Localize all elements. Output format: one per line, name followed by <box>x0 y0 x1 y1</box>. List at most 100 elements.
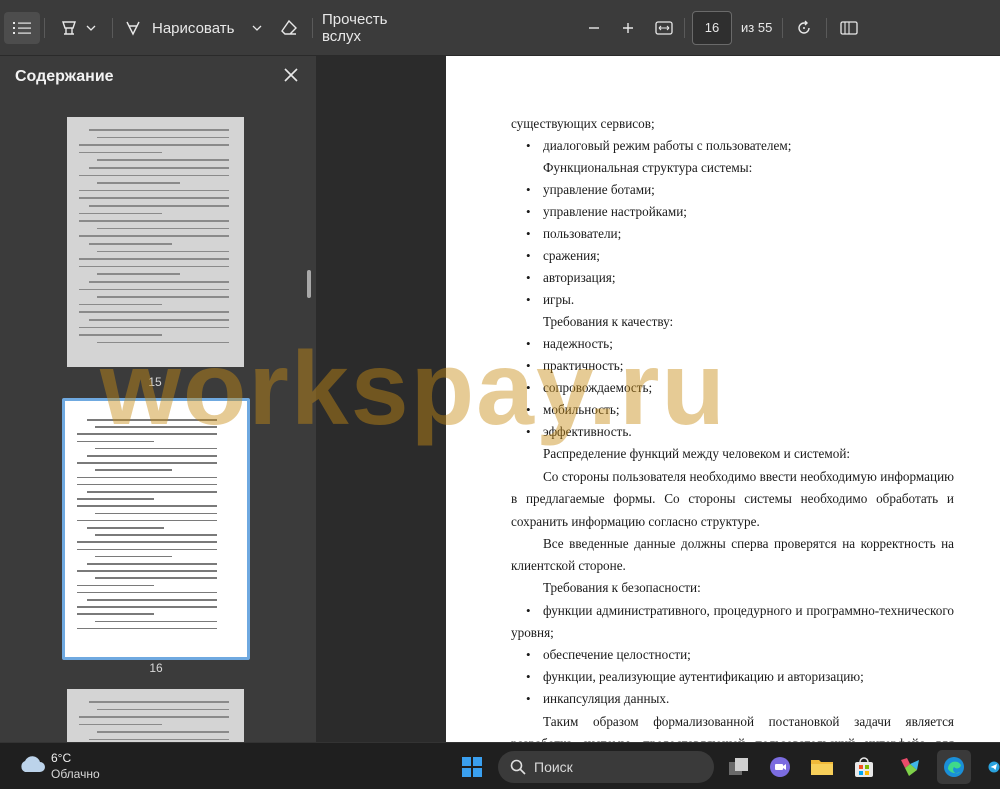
bullet-marker: • <box>526 402 531 417</box>
edge-icon <box>944 757 964 777</box>
telegram-icon <box>988 761 1000 773</box>
document-line: управление ботами; <box>543 182 655 197</box>
contents-sidebar: Содержание 15 16 <box>0 56 316 742</box>
draw-label: Нарисовать <box>152 19 235 37</box>
thumbnail-text-line <box>77 591 217 594</box>
bullet-marker: • <box>526 204 531 219</box>
document-line: управление настройками; <box>543 204 687 219</box>
draw-button[interactable]: Нарисовать <box>124 12 268 44</box>
thumbnail-text-line <box>89 281 229 283</box>
taskbar: 6°C Облачно Поиск <box>0 742 1000 789</box>
thumbnail-text-line <box>79 326 229 329</box>
page-view-button[interactable] <box>834 12 864 44</box>
bullet-marker: • <box>526 691 531 706</box>
thumbnail-text-line <box>87 455 217 457</box>
thumbnail-text-line <box>95 512 217 515</box>
page-number-input[interactable]: 16 <box>692 11 732 45</box>
bullet-marker: • <box>526 669 531 684</box>
highlight-button[interactable] <box>54 12 102 44</box>
document-line: сражения; <box>543 248 600 263</box>
task-view-button[interactable] <box>722 750 756 784</box>
thumbnail-text-line <box>97 296 229 298</box>
page-total: из 55 <box>741 20 773 35</box>
start-button[interactable] <box>455 750 489 784</box>
thumbnail-text-line <box>87 599 217 601</box>
thumbnail-text-line <box>79 235 229 237</box>
page-thumbnail-15[interactable] <box>67 117 244 367</box>
thumbnail-label: 16 <box>149 661 163 675</box>
thumbnail-text-line <box>77 433 217 435</box>
rotate-button[interactable] <box>790 12 818 44</box>
sidebar-scrollbar[interactable] <box>307 270 311 298</box>
zoom-out-button[interactable] <box>580 12 608 44</box>
bullet-marker: • <box>526 358 531 373</box>
thumbnail-text-line <box>89 129 229 131</box>
bullet-marker: • <box>526 292 531 307</box>
thumbnail-text-line <box>79 197 229 199</box>
thumbnail-text-line <box>79 716 229 718</box>
close-sidebar-button[interactable] <box>280 64 302 86</box>
app-button[interactable] <box>893 750 927 784</box>
weather-widget[interactable] <box>18 753 46 780</box>
page-thumbnail-16-selected[interactable] <box>62 398 250 660</box>
sidebar-title: Содержание <box>15 68 114 85</box>
weather-description: Облачно <box>51 767 100 781</box>
edge-browser-button[interactable] <box>937 750 971 784</box>
thumbnail-text-line <box>89 319 229 321</box>
thumbnail-text-line <box>95 577 217 579</box>
file-explorer-button[interactable] <box>805 750 839 784</box>
highlighter-icon <box>62 21 76 35</box>
thumbnail-text-line <box>79 311 229 313</box>
cloud-icon <box>21 756 45 772</box>
thumbnail-text-line <box>77 606 217 608</box>
windows-logo-icon <box>462 757 482 777</box>
thumbnail-text-line <box>79 220 229 222</box>
chat-app-button[interactable] <box>763 750 797 784</box>
thumbnail-text-line <box>77 519 217 522</box>
eraser-button[interactable] <box>274 12 304 44</box>
thumbnail-text-line <box>77 613 154 615</box>
toolbar-separator <box>782 18 783 38</box>
thumbnail-text-line <box>79 288 229 291</box>
toolbar: Нарисовать Прочесть вслух 16 из 55 <box>0 0 1000 56</box>
thumbnail-text-line <box>79 303 162 306</box>
list-icon <box>13 22 31 34</box>
document-line: функции административного, процедурного … <box>543 603 954 618</box>
taskbar-search[interactable]: Поиск <box>498 751 714 783</box>
telegram-button[interactable] <box>982 750 1000 784</box>
bullet-marker: • <box>526 248 531 263</box>
page-thumbnail-17[interactable] <box>67 689 244 742</box>
thumbnail-label: 15 <box>148 375 162 389</box>
thumbnail-text-line <box>87 491 217 493</box>
thumbnail-text-line <box>77 541 217 543</box>
folder-icon <box>811 760 833 775</box>
bullet-marker: • <box>526 336 531 351</box>
read-aloud-button[interactable]: Прочесть вслух <box>322 11 430 45</box>
thumbnail-text-line <box>95 426 217 428</box>
document-line: авторизация; <box>543 270 616 285</box>
thumbnail-text-line <box>95 447 217 450</box>
zoom-in-button[interactable] <box>614 12 642 44</box>
bullet-marker: • <box>526 647 531 662</box>
chevron-down-icon <box>86 25 96 31</box>
thumbnail-text-line <box>77 627 217 630</box>
document-line: сопровождаемость; <box>543 380 653 395</box>
fit-width-button[interactable] <box>650 12 678 44</box>
bullet-marker: • <box>526 226 531 241</box>
document-line: игры. <box>543 292 575 307</box>
thumbnail-text-line <box>87 527 164 529</box>
thumbnail-text-line <box>97 273 180 275</box>
document-line: диалоговый режим работы с пользователем; <box>543 138 792 153</box>
thumbnail-text-line <box>79 151 162 154</box>
document-line: сохранить информацию согласно структуре. <box>511 514 760 529</box>
fit-width-icon <box>655 21 673 35</box>
thumbnail-text-line <box>79 265 229 268</box>
contents-toggle-button[interactable] <box>4 12 40 44</box>
document-line: надежность; <box>543 336 613 351</box>
toolbar-separator <box>312 18 313 38</box>
thumbnail-text-line <box>97 731 229 733</box>
store-button[interactable] <box>847 750 881 784</box>
thumbnail-text-line <box>79 258 229 260</box>
thumbnail-text-line <box>87 419 217 421</box>
document-line: эффективность. <box>543 424 632 439</box>
